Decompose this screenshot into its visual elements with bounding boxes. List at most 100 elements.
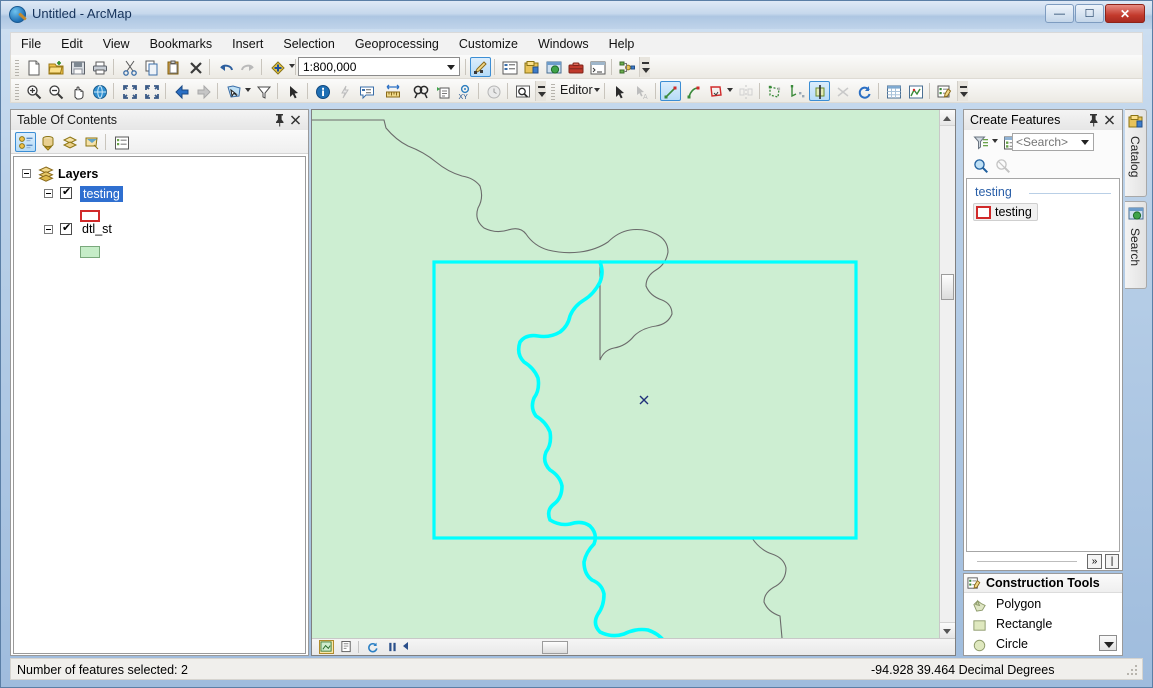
find-route-icon[interactable] [432,81,453,101]
menu-selection[interactable]: Selection [273,33,344,55]
edit-vertices-icon[interactable] [764,81,785,101]
map-scale-input[interactable] [299,58,433,75]
edit-annotation-icon[interactable]: A [631,81,652,101]
save-icon[interactable] [67,57,88,77]
menu-insert[interactable]: Insert [222,33,273,55]
table-of-contents-icon[interactable] [499,57,520,77]
filter-templates-icon[interactable] [970,132,991,152]
trace-icon[interactable] [705,81,726,101]
minimize-button[interactable]: — [1045,4,1074,23]
collapse-panel-button[interactable]: » [1087,554,1102,569]
map-scale-combo[interactable] [298,57,460,76]
menu-file[interactable]: File [11,33,51,55]
open-icon[interactable] [45,57,66,77]
find-icon[interactable] [410,81,431,101]
layer-symbol-swatch[interactable] [80,246,100,258]
editor-toolbar-grip[interactable] [551,82,555,100]
expander-icon[interactable] [22,169,31,178]
close-button[interactable]: ✕ [1105,4,1145,23]
select-features-icon[interactable] [223,81,244,101]
feature-template-list[interactable]: testing testing [966,178,1120,552]
delete-icon[interactable] [185,57,206,77]
catalog-window-icon[interactable] [521,57,542,77]
side-tab-search[interactable]: Search [1125,201,1147,289]
new-map-icon[interactable] [23,57,44,77]
create-features-icon[interactable] [934,81,955,101]
select-elements-icon[interactable] [283,81,304,101]
panel-splitter[interactable]: » | [963,553,1123,571]
chevron-down-icon[interactable] [1081,140,1089,145]
layer-visibility-checkbox[interactable] [60,185,72,199]
chevron-left-icon[interactable] [403,642,408,650]
editor-menu-caret-icon[interactable] [594,88,600,92]
scroll-thumb[interactable] [941,274,954,300]
html-popup-icon[interactable] [356,81,377,101]
expander-icon[interactable] [44,225,53,234]
chevron-down-icon[interactable] [447,65,455,70]
menu-help[interactable]: Help [599,33,645,55]
model-builder-icon[interactable] [616,57,637,77]
layer-symbol-swatch[interactable] [80,210,100,222]
edit-tool-icon[interactable] [609,81,630,101]
side-tab-catalog[interactable]: Catalog [1125,109,1147,197]
cut-polygons-icon[interactable] [809,81,830,101]
toolbar-overflow-button[interactable] [639,57,650,77]
toolbar-grip[interactable] [15,58,19,76]
options-icon[interactable] [111,132,132,152]
editor-overflow-button[interactable] [957,81,968,101]
forward-extent-icon[interactable] [193,81,214,101]
menu-bookmarks[interactable]: Bookmarks [140,33,223,55]
mirror-features-icon[interactable] [735,81,756,101]
horizontal-scroll-thumb[interactable] [542,641,568,654]
sketch-properties-icon[interactable] [905,81,926,101]
redo-icon[interactable] [237,57,258,77]
refresh-view-button[interactable] [365,640,380,654]
editor-menu-label[interactable]: Editor [560,83,593,97]
create-viewer-icon[interactable] [512,81,533,101]
undo-icon[interactable] [215,57,236,77]
layer-visibility-checkbox[interactable] [60,221,72,235]
resize-grip[interactable] [1126,664,1138,676]
full-extent-icon[interactable] [89,81,110,101]
menu-view[interactable]: View [93,33,140,55]
map-vertical-scrollbar[interactable] [939,110,955,638]
expander-icon[interactable] [44,189,53,198]
auto-hide-pin-icon[interactable] [1087,113,1100,127]
rotate-tool-icon[interactable] [854,81,875,101]
endpoint-arc-icon[interactable] [683,81,704,101]
time-slider-icon[interactable] [483,81,504,101]
expand-panel-button[interactable]: | [1105,554,1119,569]
split-tool-icon[interactable] [832,81,853,101]
filter-caret-icon[interactable] [992,139,998,143]
select-features-caret-icon[interactable] [245,88,251,92]
feature-template-item[interactable]: testing [973,203,1038,221]
cut-icon[interactable] [119,57,140,77]
menu-geoprocessing[interactable]: Geoprocessing [345,33,449,55]
add-data-icon[interactable] [267,57,288,77]
measure-icon[interactable] [382,81,403,101]
template-search-input[interactable] [1013,134,1077,150]
data-view-button[interactable] [319,640,334,654]
identify-icon[interactable] [312,81,333,101]
construction-tools-more-button[interactable] [1099,635,1117,651]
go-to-xy-icon[interactable]: XY [454,81,475,101]
clear-search-icon[interactable] [992,155,1013,175]
hyperlink-icon[interactable] [334,81,355,101]
search-go-icon[interactable] [970,155,991,175]
clear-selection-icon[interactable] [253,81,274,101]
fixed-zoom-out-icon[interactable] [141,81,162,101]
tools-overflow-button[interactable] [535,81,546,101]
search-window-icon[interactable] [543,57,564,77]
menu-windows[interactable]: Windows [528,33,599,55]
menu-customize[interactable]: Customize [449,33,528,55]
python-window-icon[interactable] [587,57,608,77]
auto-hide-pin-icon[interactable] [273,113,286,127]
pause-drawing-button[interactable] [385,640,400,654]
layout-view-button[interactable] [339,640,354,654]
create-features-close-icon[interactable] [1103,113,1116,127]
arctoolbox-icon[interactable] [565,57,586,77]
toc-layer-label[interactable]: testing [80,186,123,202]
toc-layer-tree[interactable]: Layers testing dtl_st [13,156,306,654]
template-search-box[interactable] [1012,133,1094,151]
zoom-out-icon[interactable] [45,81,66,101]
